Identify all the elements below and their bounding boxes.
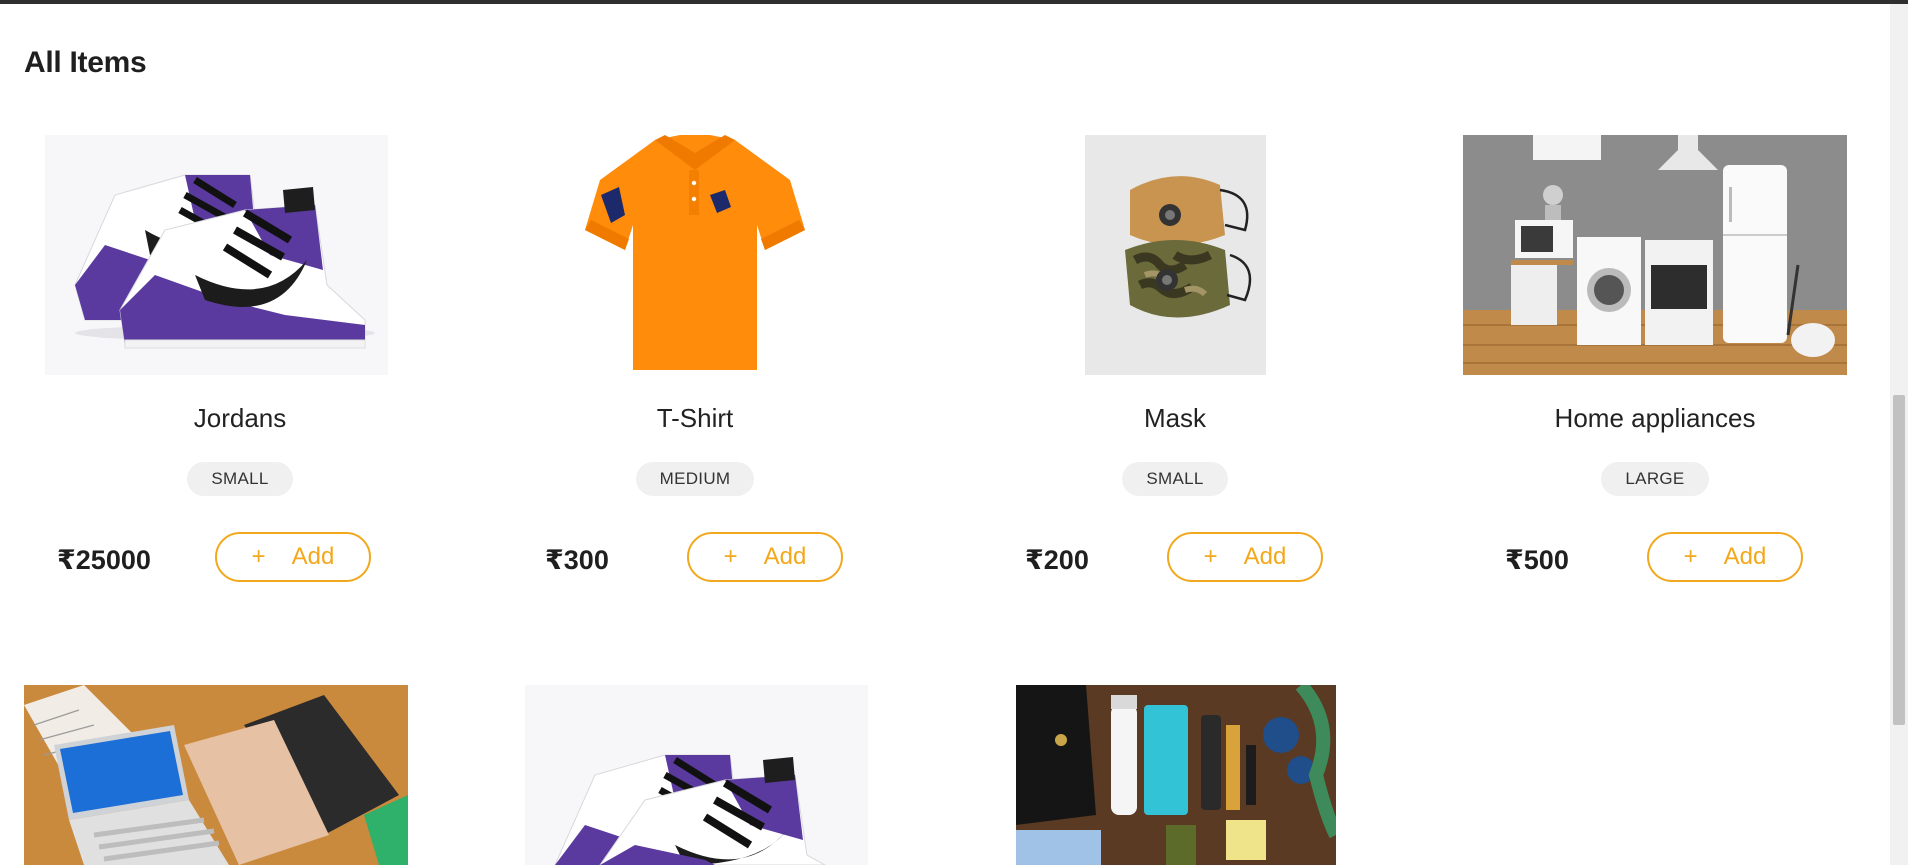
size-badge: SMALL [187, 462, 293, 496]
product-image-home-appliances [1415, 135, 1895, 375]
product-title: Mask [1143, 403, 1207, 433]
plus-icon: + [723, 543, 738, 570]
product-image-laptops [24, 685, 408, 865]
add-button-label: Add [1723, 543, 1767, 570]
product-title: Jordans [193, 403, 287, 433]
laptops-image [24, 685, 408, 865]
appliances-image [1463, 135, 1847, 375]
size-badge: LARGE [1601, 462, 1709, 496]
add-to-cart-button[interactable]: + Add [687, 532, 843, 582]
add-button-label: Add [1243, 543, 1287, 570]
product-card-home-appliances: Home appliances LARGE ₹500 + Add [1415, 135, 1895, 586]
product-price: ₹500 [1505, 545, 1569, 575]
product-price: ₹200 [1025, 545, 1089, 575]
plus-icon: + [1203, 543, 1218, 570]
add-to-cart-button[interactable]: + Add [215, 532, 371, 582]
product-price: ₹300 [545, 545, 609, 575]
product-card-tshirt: T-Shirt MEDIUM ₹300 + Add [455, 135, 935, 586]
product-title: Home appliances [1554, 403, 1756, 433]
product-title: T-Shirt [656, 403, 734, 433]
add-button-label: Add [763, 543, 807, 570]
add-to-cart-button[interactable]: + Add [1167, 532, 1323, 582]
product-image-jordans [0, 135, 480, 375]
cosmetics-image [1016, 685, 1336, 865]
product-image-tshirt [455, 135, 935, 375]
sneaker-image [525, 685, 868, 865]
product-image-mask [935, 135, 1415, 375]
plus-icon: + [1683, 543, 1698, 570]
scrollbar-thumb[interactable] [1893, 395, 1905, 725]
sneaker-image [45, 135, 388, 375]
size-badge: MEDIUM [635, 462, 755, 496]
size-badge: SMALL [1122, 462, 1228, 496]
add-to-cart-button[interactable]: + Add [1647, 532, 1803, 582]
product-card-mask: Mask SMALL ₹200 + Add [935, 135, 1415, 586]
add-button-label: Add [291, 543, 335, 570]
product-price: ₹25000 [57, 545, 151, 575]
product-image-cosmetics [1016, 685, 1336, 865]
tshirt-image [585, 135, 805, 375]
browser-top-border [0, 0, 1908, 4]
product-image-jordans-2 [525, 685, 868, 865]
mask-image [1085, 135, 1266, 375]
plus-icon: + [251, 543, 266, 570]
section-heading: All Items [24, 46, 147, 79]
product-card-jordans: Jordans SMALL ₹25000 + Add [0, 135, 480, 586]
